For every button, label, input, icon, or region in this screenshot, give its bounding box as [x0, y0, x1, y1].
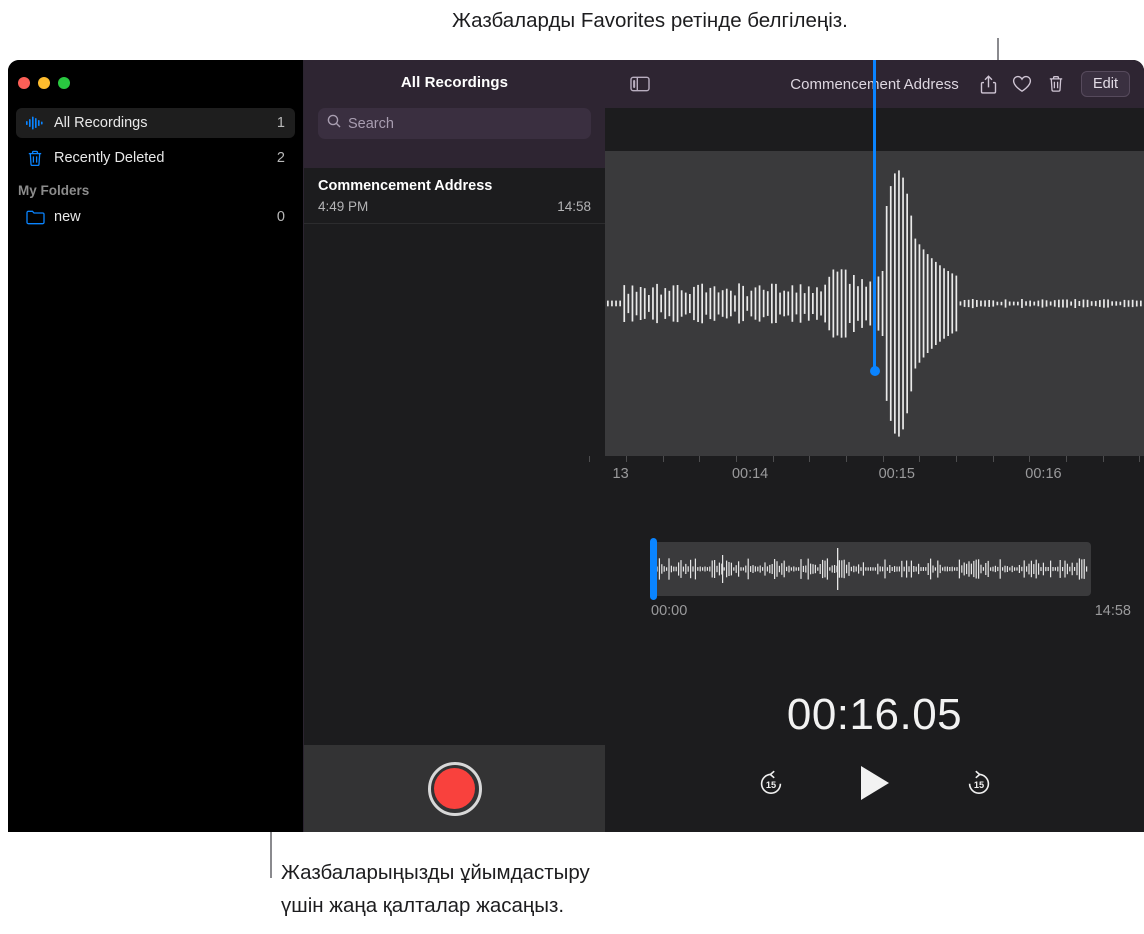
recording-name: Commencement Address: [318, 178, 493, 194]
skip-forward-label: 15: [973, 780, 983, 790]
screenshot-root: Жазбаларды Favorites ретінде белгілеңіз.…: [0, 0, 1144, 934]
ruler-label: 00:15: [878, 466, 915, 482]
ruler-tick: [809, 456, 811, 462]
skip-forward-15-icon[interactable]: 15: [956, 760, 1002, 806]
sidebar-folder-count: 0: [276, 209, 285, 225]
player-panel: Commencement Address Edit 13 00:14 00:15…: [589, 60, 1144, 832]
sidebar-toggle-icon[interactable]: [623, 70, 657, 98]
annotation-new-folders-line2: үшін жаңа қалталар жасаңыз.: [281, 894, 565, 917]
list-panel-header: All Recordings: [304, 60, 605, 168]
timeline-ruler[interactable]: 1300:1400:1500:1600:1700:18: [589, 456, 1144, 500]
sidebar-item-count: 2: [276, 150, 285, 166]
waveform-icon: [24, 116, 46, 130]
trash-icon: [24, 150, 46, 167]
ruler-tick: [1139, 456, 1141, 462]
recording-list-item[interactable]: Commencement Address 4:49 PM 14:58: [304, 168, 605, 224]
overview-start-time: 00:00: [651, 603, 688, 619]
transport-controls: 15 15: [605, 760, 1144, 806]
search-field[interactable]: [318, 108, 591, 139]
skip-back-15-icon[interactable]: 15: [748, 760, 794, 806]
ruler-tick: [1029, 456, 1031, 462]
annotation-favorites: Жазбаларды Favorites ретінде белгілеңіз.: [452, 9, 848, 32]
ruler-tick: [736, 456, 738, 462]
app-window: All Recordings 1 Recently Deleted 2 My F…: [8, 60, 1144, 832]
sidebar-item-label: All Recordings: [54, 115, 148, 131]
overview-scrubber[interactable]: [650, 538, 657, 600]
ruler-tick: [772, 456, 774, 462]
sidebar-item-new-folder-entry[interactable]: new 0: [16, 202, 295, 232]
heart-icon[interactable]: [1005, 70, 1039, 98]
ruler-label: 00:16: [1025, 466, 1062, 482]
search-input[interactable]: [348, 115, 582, 132]
skip-back-label: 15: [765, 780, 775, 790]
search-icon: [327, 114, 341, 133]
play-button[interactable]: [852, 760, 898, 806]
ruler-label: 13: [612, 466, 629, 482]
delete-icon[interactable]: [1039, 70, 1073, 98]
recording-time: 4:49 PM: [318, 199, 369, 214]
ruler-tick: [956, 456, 958, 462]
list-panel-title: All Recordings: [400, 74, 509, 91]
ruler-tick: [699, 456, 701, 462]
ruler-tick: [919, 456, 921, 462]
sidebar-item-label: Recently Deleted: [54, 150, 165, 166]
record-bar: [304, 745, 605, 832]
ruler-tick: [1102, 456, 1104, 462]
share-icon[interactable]: [971, 70, 1005, 98]
ruler-tick: [1066, 456, 1068, 462]
edit-button[interactable]: Edit: [1081, 71, 1130, 97]
sidebar-item-count: 1: [276, 115, 285, 131]
sidebar: All Recordings 1 Recently Deleted 2 My F…: [8, 60, 303, 832]
overview-waveform-svg: [654, 548, 1088, 590]
recording-duration: 14:58: [557, 199, 591, 214]
sidebar-item-recently-deleted[interactable]: Recently Deleted 2: [16, 143, 295, 173]
annotation-new-folders-line1: Жазбаларыңызды ұйымдастыру: [281, 861, 590, 884]
ruler-tick: [626, 456, 628, 462]
overview-end-time: 14:58: [1094, 603, 1131, 619]
current-time-display: 00:16.05: [786, 690, 963, 739]
playhead[interactable]: [869, 60, 880, 376]
ruler-tick: [992, 456, 994, 462]
recordings-list-panel: All Recordings Commencement Address 4:49…: [303, 60, 605, 832]
close-button[interactable]: [18, 77, 30, 89]
sidebar-section-header: My Folders: [18, 183, 90, 198]
ruler-tick: [589, 456, 591, 462]
record-dot: [434, 768, 475, 809]
folder-icon: [24, 210, 46, 225]
minimize-button[interactable]: [38, 77, 50, 89]
record-button[interactable]: [427, 761, 482, 816]
ruler-label: 00:14: [731, 466, 769, 482]
window-controls: [18, 77, 70, 89]
zoom-button[interactable]: [58, 77, 70, 89]
play-icon: [860, 766, 889, 800]
ruler-tick: [846, 456, 848, 462]
sidebar-list: All Recordings 1 Recently Deleted 2 My F…: [8, 108, 303, 237]
sidebar-folder-label: new: [54, 209, 81, 225]
overview-waveform[interactable]: [651, 542, 1091, 596]
playhead-bottom-handle[interactable]: [869, 366, 880, 376]
ruler-tick: [882, 456, 884, 462]
sidebar-item-all-recordings[interactable]: All Recordings 1: [16, 108, 295, 138]
ruler-tick: [662, 456, 664, 462]
